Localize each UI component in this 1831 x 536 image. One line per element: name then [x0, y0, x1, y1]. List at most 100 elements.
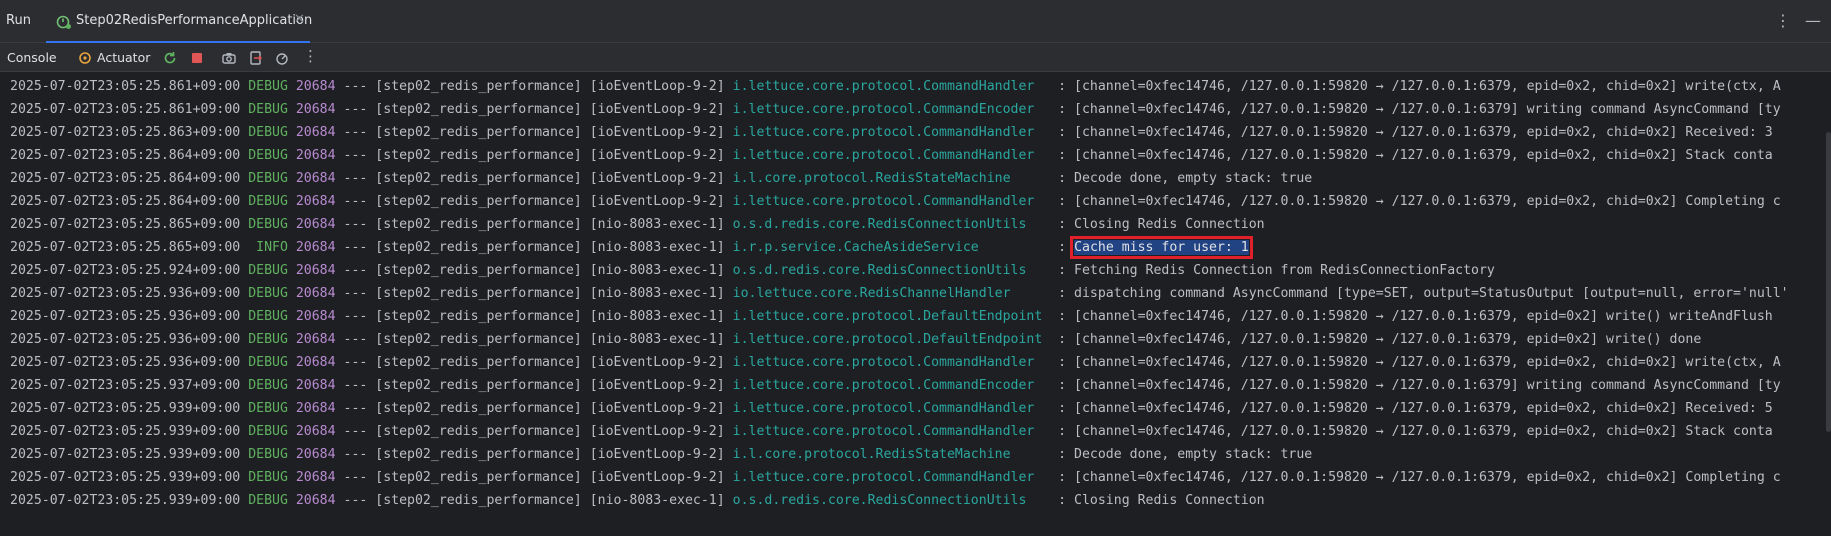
log-separator: ---	[343, 148, 368, 163]
log-level: DEBUG	[248, 470, 288, 485]
log-message: : [channel=0xfec14746, /127.0.0.1:59820 …	[1058, 424, 1773, 439]
log-line: 2025-07-02T23:05:25.939+09:00 DEBUG 2068…	[10, 468, 1781, 488]
log-timestamp: 2025-07-02T23:05:25.864+09:00	[10, 171, 241, 186]
log-logger-link[interactable]: i.lettuce.core.protocol.CommandHandler	[733, 194, 1051, 209]
log-logger-link[interactable]: i.lettuce.core.protocol.CommandHandler	[733, 125, 1051, 140]
log-thread: [nio-8083-exec-1]	[589, 286, 725, 301]
log-app-name: [step02_redis_performance]	[375, 125, 582, 140]
log-pid: 20684	[295, 332, 336, 347]
log-thread: [nio-8083-exec-1]	[589, 332, 725, 347]
log-separator: ---	[343, 125, 368, 140]
log-timestamp: 2025-07-02T23:05:25.936+09:00	[10, 332, 241, 347]
log-logger-link[interactable]: i.lettuce.core.protocol.CommandEncoder	[733, 378, 1051, 393]
log-message: : [channel=0xfec14746, /127.0.0.1:59820 …	[1058, 355, 1781, 370]
log-timestamp: 2025-07-02T23:05:25.939+09:00	[10, 447, 241, 462]
log-logger-link[interactable]: i.l.core.protocol.RedisStateMachine	[733, 447, 1051, 462]
spring-boot-run-icon	[56, 15, 71, 29]
more-options-icon[interactable]: ⋮	[303, 47, 318, 65]
close-icon[interactable]: ✕	[294, 12, 305, 27]
log-line: 2025-07-02T23:05:25.865+09:00 DEBUG 2068…	[10, 215, 1265, 235]
log-line: 2025-07-02T23:05:25.939+09:00 DEBUG 2068…	[10, 422, 1773, 442]
log-message: : [channel=0xfec14746, /127.0.0.1:59820 …	[1058, 125, 1773, 140]
more-options-icon[interactable]: ⋮	[1775, 11, 1791, 30]
log-level: DEBUG	[248, 217, 288, 232]
tab-actuator[interactable]: Actuator	[97, 50, 150, 65]
log-thread: [ioEventLoop-9-2]	[589, 79, 725, 94]
log-thread: [ioEventLoop-9-2]	[589, 171, 725, 186]
log-thread: [nio-8083-exec-1]	[589, 493, 725, 508]
log-line: 2025-07-02T23:05:25.861+09:00 DEBUG 2068…	[10, 100, 1781, 120]
log-logger-link[interactable]: i.lettuce.core.protocol.CommandHandler	[733, 424, 1051, 439]
log-logger-link[interactable]: i.lettuce.core.protocol.CommandEncoder	[733, 102, 1051, 117]
log-message: : [channel=0xfec14746, /127.0.0.1:59820 …	[1058, 194, 1781, 209]
log-logger-link[interactable]: o.s.d.redis.core.RedisConnectionUtils	[733, 217, 1051, 232]
log-logger-link[interactable]: i.r.p.service.CacheAsideService	[733, 240, 1051, 255]
log-timestamp: 2025-07-02T23:05:25.864+09:00	[10, 148, 241, 163]
log-logger-link[interactable]: i.lettuce.core.protocol.CommandHandler	[733, 148, 1051, 163]
log-separator: ---	[343, 424, 368, 439]
log-thread: [ioEventLoop-9-2]	[589, 447, 725, 462]
log-pid: 20684	[295, 263, 336, 278]
log-logger-link[interactable]: i.lettuce.core.protocol.CommandHandler	[733, 470, 1051, 485]
log-app-name: [step02_redis_performance]	[375, 424, 582, 439]
tab-console[interactable]: Console	[7, 50, 57, 65]
log-message: : Decode done, empty stack: true	[1058, 447, 1313, 462]
log-timestamp: 2025-07-02T23:05:25.924+09:00	[10, 263, 241, 278]
dump-threads-icon[interactable]	[274, 50, 290, 66]
log-logger-link[interactable]: i.lettuce.core.protocol.DefaultEndpoint	[733, 309, 1051, 324]
log-thread: [ioEventLoop-9-2]	[589, 102, 725, 117]
log-message: : [channel=0xfec14746, /127.0.0.1:59820 …	[1058, 309, 1773, 324]
log-line: 2025-07-02T23:05:25.936+09:00 DEBUG 2068…	[10, 307, 1773, 327]
tab-run-configuration[interactable]: Step02RedisPerformanceApplication ✕	[46, 0, 312, 43]
log-line: 2025-07-02T23:05:25.939+09:00 DEBUG 2068…	[10, 491, 1265, 511]
log-line: 2025-07-02T23:05:25.924+09:00 DEBUG 2068…	[10, 261, 1495, 281]
log-logger-link[interactable]: i.lettuce.core.protocol.CommandHandler	[733, 355, 1051, 370]
log-app-name: [step02_redis_performance]	[375, 332, 582, 347]
log-pid: 20684	[295, 447, 336, 462]
log-line: 2025-07-02T23:05:25.864+09:00 DEBUG 2068…	[10, 169, 1312, 189]
stop-icon[interactable]	[189, 50, 205, 66]
camera-icon[interactable]	[221, 50, 237, 66]
console-output[interactable]: 2025-07-02T23:05:25.861+09:00 DEBUG 2068…	[0, 72, 1831, 536]
rerun-icon[interactable]	[162, 50, 178, 66]
log-message: : [channel=0xfec14746, /127.0.0.1:59820 …	[1058, 378, 1781, 393]
log-app-name: [step02_redis_performance]	[375, 309, 582, 324]
log-app-name: [step02_redis_performance]	[375, 355, 582, 370]
log-app-name: [step02_redis_performance]	[375, 102, 582, 117]
exit-icon[interactable]	[248, 50, 264, 66]
log-logger-link[interactable]: i.lettuce.core.protocol.CommandHandler	[733, 401, 1051, 416]
log-logger-link[interactable]: o.s.d.redis.core.RedisConnectionUtils	[733, 263, 1051, 278]
log-level: INFO	[248, 240, 288, 255]
log-pid: 20684	[295, 79, 336, 94]
minimize-icon[interactable]: —	[1805, 11, 1821, 30]
log-pid: 20684	[295, 493, 336, 508]
log-logger-link[interactable]: i.lettuce.core.protocol.CommandHandler	[733, 79, 1051, 94]
scrollbar-thumb[interactable]	[1826, 132, 1831, 432]
log-line: 2025-07-02T23:05:25.865+09:00 INFO 20684…	[10, 236, 1253, 259]
log-level: DEBUG	[248, 194, 288, 209]
log-line: 2025-07-02T23:05:25.936+09:00 DEBUG 2068…	[10, 330, 1701, 350]
log-timestamp: 2025-07-02T23:05:25.937+09:00	[10, 378, 241, 393]
vertical-scrollbar[interactable]	[1825, 72, 1831, 536]
log-timestamp: 2025-07-02T23:05:25.939+09:00	[10, 401, 241, 416]
log-separator: ---	[343, 263, 368, 278]
log-level: DEBUG	[248, 424, 288, 439]
log-message: : [channel=0xfec14746, /127.0.0.1:59820 …	[1058, 401, 1773, 416]
log-separator: ---	[343, 378, 368, 393]
tool-window-header: Run Step02RedisPerformanceApplication ✕ …	[0, 0, 1831, 43]
log-level: DEBUG	[248, 355, 288, 370]
log-separator: ---	[343, 309, 368, 324]
log-line: 2025-07-02T23:05:25.939+09:00 DEBUG 2068…	[10, 399, 1773, 419]
log-pid: 20684	[295, 102, 336, 117]
log-logger-link[interactable]: i.l.core.protocol.RedisStateMachine	[733, 171, 1051, 186]
log-timestamp: 2025-07-02T23:05:25.861+09:00	[10, 102, 241, 117]
log-line: 2025-07-02T23:05:25.863+09:00 DEBUG 2068…	[10, 123, 1773, 143]
log-pid: 20684	[295, 194, 336, 209]
log-line: 2025-07-02T23:05:25.861+09:00 DEBUG 2068…	[10, 77, 1781, 97]
log-logger-link[interactable]: i.lettuce.core.protocol.DefaultEndpoint	[733, 332, 1051, 347]
log-timestamp: 2025-07-02T23:05:25.865+09:00	[10, 240, 241, 255]
log-line: 2025-07-02T23:05:25.937+09:00 DEBUG 2068…	[10, 376, 1781, 396]
log-logger-link[interactable]: o.s.d.redis.core.RedisConnectionUtils	[733, 493, 1051, 508]
log-logger-link[interactable]: io.lettuce.core.RedisChannelHandler	[733, 286, 1051, 301]
log-message: : Closing Redis Connection	[1058, 493, 1265, 508]
